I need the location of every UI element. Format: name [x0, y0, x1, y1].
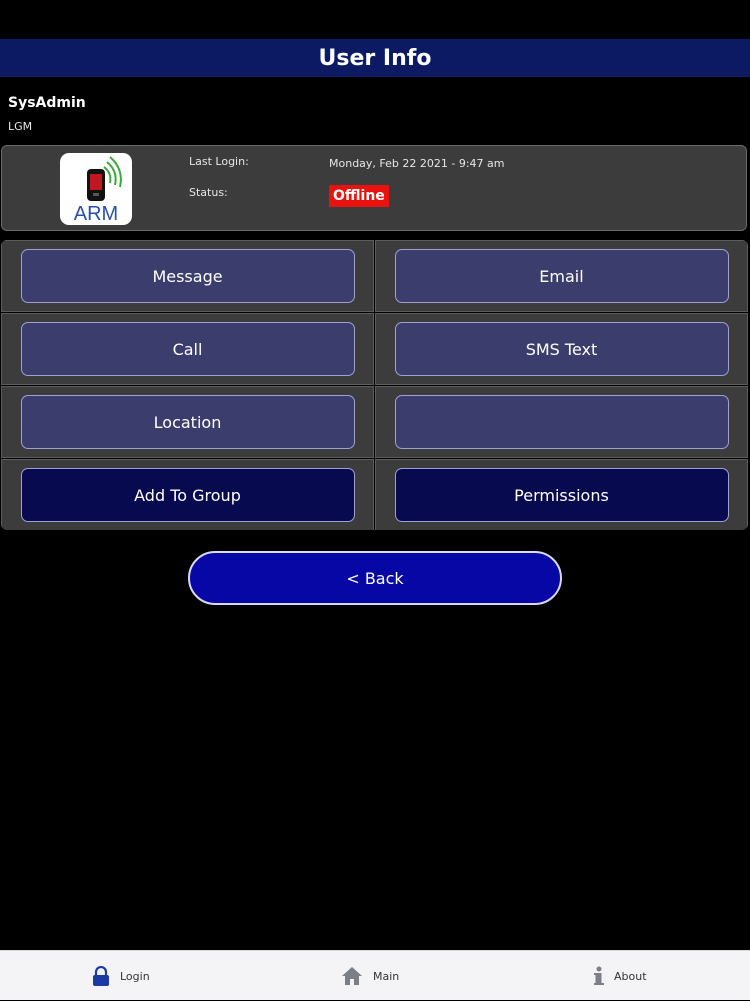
action-cell: Email: [375, 240, 748, 312]
permissions-button[interactable]: Permissions: [394, 468, 729, 522]
user-info-panel: ARM Last Login: Monday, Feb 22 2021 - 9:…: [1, 145, 747, 231]
email-button[interactable]: Email: [394, 249, 729, 303]
tab-login-label: Login: [120, 969, 150, 983]
last-login-value: Monday, Feb 22 2021 - 9:47 am: [329, 157, 505, 170]
tab-login[interactable]: Login: [92, 951, 150, 1001]
tab-main-label: Main: [373, 969, 400, 983]
user-name: SysAdmin: [8, 95, 86, 111]
add-to-group-button[interactable]: Add To Group: [20, 468, 355, 522]
empty-button[interactable]: [394, 395, 729, 449]
status-label: Status:: [189, 186, 228, 199]
tab-about-label: About: [614, 969, 647, 983]
location-button[interactable]: Location: [20, 395, 355, 449]
action-cell: Add To Group: [1, 459, 374, 530]
last-login-label: Last Login:: [189, 155, 249, 168]
call-button[interactable]: Call: [20, 322, 355, 376]
action-cell: Permissions: [375, 459, 748, 530]
user-org: LGM: [8, 120, 33, 133]
tab-about[interactable]: About: [594, 951, 647, 1001]
tab-main[interactable]: Main: [341, 951, 399, 1001]
sms-text-button[interactable]: SMS Text: [394, 322, 729, 376]
arm-app-icon: ARM: [60, 153, 132, 225]
status-badge: Offline: [329, 185, 389, 207]
back-button[interactable]: < Back: [188, 551, 562, 605]
arm-logo-text: ARM: [74, 203, 118, 225]
page-title: User Info: [318, 45, 432, 71]
action-cell: [375, 386, 748, 458]
tab-bar: Login Main About: [0, 950, 750, 1000]
action-cell: Call: [1, 313, 374, 385]
action-cell: Location: [1, 386, 374, 458]
lock-icon: [93, 966, 109, 986]
action-grid: Message Email Call SMS Text Location Add…: [1, 240, 748, 530]
header-bar: User Info: [0, 39, 750, 77]
home-icon: [342, 967, 362, 985]
action-cell: Message: [1, 240, 374, 312]
info-icon: [594, 966, 604, 985]
message-button[interactable]: Message: [20, 249, 355, 303]
action-cell: SMS Text: [375, 313, 748, 385]
